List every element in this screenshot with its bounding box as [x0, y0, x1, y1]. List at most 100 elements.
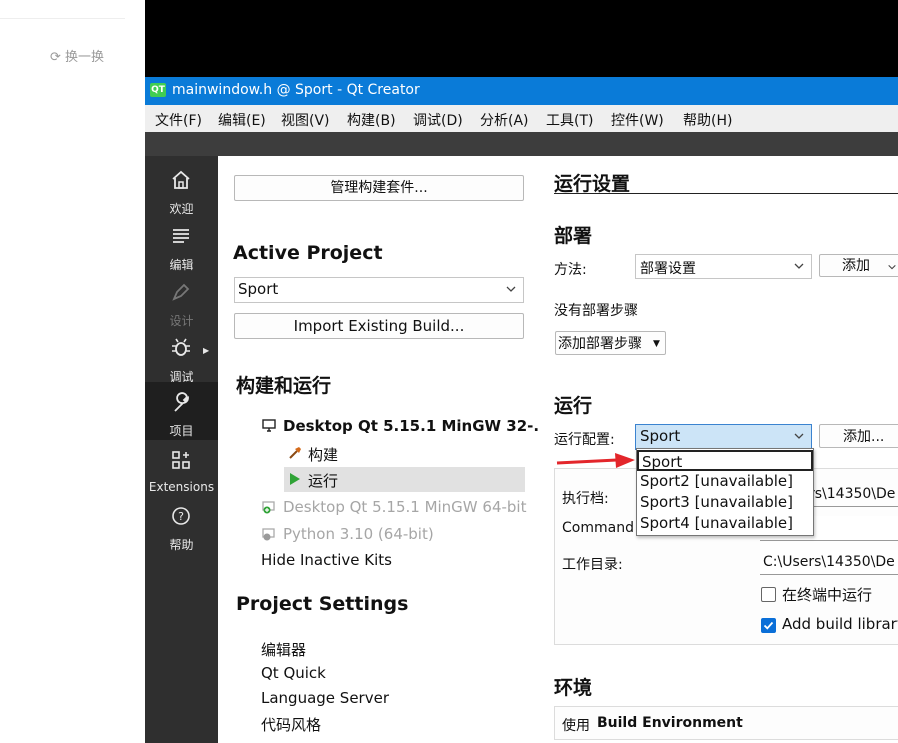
window-titlebar: QT mainwindow.h @ Sport - Qt Creator	[145, 77, 898, 105]
tree-build[interactable]: 构建	[288, 444, 488, 466]
deploy-method-select[interactable]: 部署设置	[635, 254, 812, 279]
edit-lines-icon	[173, 229, 189, 243]
refresh-label: 换一换	[65, 50, 105, 65]
add-deploy-step-button[interactable]: 添加部署步骤 ▼	[555, 331, 666, 355]
settings-item-qt-quick[interactable]: Qt Quick	[261, 664, 326, 682]
deploy-method-label: 方法:	[554, 262, 587, 278]
environment-use-value: Build Environment	[597, 715, 743, 731]
help-icon: ?	[172, 507, 190, 525]
dropdown-option-sport[interactable]: Sport	[637, 450, 813, 471]
environment-use-prefix: 使用	[562, 718, 590, 734]
menu-debug[interactable]: 调试(D)	[413, 110, 463, 130]
mode-welcome-label: 欢迎	[169, 202, 194, 216]
manage-kits-button[interactable]: 管理构建套件...	[234, 175, 524, 201]
run-heading: 运行	[554, 395, 593, 417]
menu-file[interactable]: 文件(F)	[155, 110, 202, 130]
run-in-terminal-label: 在终端中运行	[782, 586, 873, 604]
kit-inactive-1-label: Desktop Qt 5.15.1 MinGW 64-bit	[283, 498, 527, 516]
refresh-icon: ⟳	[50, 50, 61, 65]
deploy-add-button[interactable]: 添加	[819, 254, 898, 277]
menu-view[interactable]: 视图(V)	[281, 110, 330, 130]
run-in-terminal-checkbox[interactable]	[761, 587, 776, 602]
checkmark-icon	[763, 621, 774, 630]
kit-active-label: Desktop Qt 5.15.1 MinGW 32-...	[283, 417, 551, 435]
import-existing-build-button[interactable]: Import Existing Build...	[234, 313, 524, 339]
active-project-select[interactable]: Sport	[234, 277, 524, 303]
kit-inactive-2-label: Python 3.10 (64-bit)	[283, 525, 434, 543]
hammer-icon	[289, 447, 301, 459]
build-run-heading: 构建和运行	[236, 375, 332, 397]
settings-item-code-style[interactable]: 代码风格	[261, 714, 321, 735]
executable-value: rs\14350\De	[809, 486, 896, 502]
settings-item-language-server[interactable]: Language Server	[261, 689, 389, 707]
run-add-button[interactable]: 添加...	[819, 424, 898, 448]
run-config-label: 运行配置:	[554, 432, 615, 448]
deploy-heading: 部署	[554, 225, 593, 247]
mode-design[interactable]: 设计	[145, 278, 218, 334]
executable-label: 执行档:	[562, 491, 609, 507]
environment-heading: 环境	[554, 677, 593, 699]
add-build-library-label: Add build library	[782, 615, 898, 633]
menu-help[interactable]: 帮助(H)	[683, 110, 732, 130]
working-dir-value: C:\Users\14350\De	[763, 554, 895, 570]
menu-build[interactable]: 构建(B)	[347, 110, 396, 130]
settings-item-editor[interactable]: 编辑器	[261, 639, 306, 660]
run-config-select[interactable]: Sport	[635, 424, 812, 450]
run-settings-heading: 运行设置	[554, 173, 631, 195]
red-arrow-annotation	[556, 453, 635, 468]
active-project-value: Sport	[238, 280, 279, 298]
mode-welcome[interactable]: 欢迎	[145, 166, 218, 222]
qt-logo-icon: QT	[150, 83, 166, 97]
bug-icon	[172, 338, 190, 356]
mode-design-label: 设计	[169, 314, 194, 328]
mode-help[interactable]: ? 帮助	[145, 502, 218, 558]
mode-projects[interactable]: 项目	[145, 382, 218, 440]
working-dir-input[interactable]: C:\Users\14350\De	[760, 550, 898, 575]
extensions-icon	[172, 451, 190, 469]
menu-analyze[interactable]: 分析(A)	[480, 110, 529, 130]
debug-submenu-arrow-icon: ▶	[203, 346, 210, 355]
dropdown-option-sport4[interactable]: Sport4 [unavailable]	[637, 513, 813, 534]
add-build-library-checkbox[interactable]	[761, 618, 776, 633]
mode-edit-label: 编辑	[169, 258, 194, 272]
mode-projects-label: 项目	[169, 424, 194, 438]
run-config-value: Sport	[640, 427, 681, 445]
wrench-icon	[174, 392, 189, 412]
tree-build-label: 构建	[308, 446, 339, 464]
menu-edit[interactable]: 编辑(E)	[218, 110, 266, 130]
environment-bar[interactable]: 使用 Build Environment	[554, 706, 898, 740]
tree-run-label: 运行	[308, 472, 339, 490]
hide-inactive-kits[interactable]: Hide Inactive Kits	[261, 551, 392, 569]
mode-edit[interactable]: 编辑	[145, 222, 218, 278]
dropdown-option-sport3[interactable]: Sport3 [unavailable]	[637, 492, 813, 513]
chevron-down-icon	[794, 263, 804, 269]
mode-extensions-label: Extensions	[148, 480, 215, 494]
video-area	[145, 0, 898, 77]
chevron-down-icon	[506, 286, 516, 292]
mode-extensions[interactable]: Extensions	[145, 446, 218, 502]
mode-sidebar: 欢迎 编辑 设计 ▶ 调试 项目 Extensions ? 帮助	[145, 156, 218, 743]
toolbar-strip	[145, 132, 898, 156]
refresh-link[interactable]: ⟳ 换一换	[50, 46, 104, 65]
no-deploy-steps-text: 没有部署步骤	[554, 303, 638, 319]
svg-text:?: ?	[178, 510, 184, 523]
menu-bar: 文件(F) 编辑(E) 视图(V) 构建(B) 调试(D) 分析(A) 工具(T…	[145, 105, 898, 133]
browser-side-area	[0, 0, 145, 743]
run-config-dropdown: Sport Sport2 [unavailable] Sport3 [unava…	[636, 448, 814, 536]
home-icon	[172, 170, 190, 189]
monitor-add-icon	[262, 528, 275, 541]
project-pane: 管理构建套件... Active Project Sport Import Ex…	[218, 156, 551, 743]
dropdown-option-sport2[interactable]: Sport2 [unavailable]	[637, 471, 813, 492]
active-project-heading: Active Project	[233, 242, 383, 264]
menu-tools[interactable]: 工具(T)	[546, 110, 593, 130]
project-settings-heading: Project Settings	[236, 593, 409, 615]
dropdown-arrow-icon: ▼	[653, 339, 660, 349]
chevron-down-icon	[888, 264, 896, 270]
monitor-icon	[262, 419, 276, 432]
play-icon	[290, 473, 300, 485]
menu-controls[interactable]: 控件(W)	[611, 110, 664, 130]
deploy-method-value: 部署设置	[640, 261, 696, 277]
tree-run[interactable]: 运行	[284, 467, 525, 492]
add-deploy-step-label: 添加部署步骤	[558, 336, 642, 352]
window-title: mainwindow.h @ Sport - Qt Creator	[172, 82, 420, 98]
